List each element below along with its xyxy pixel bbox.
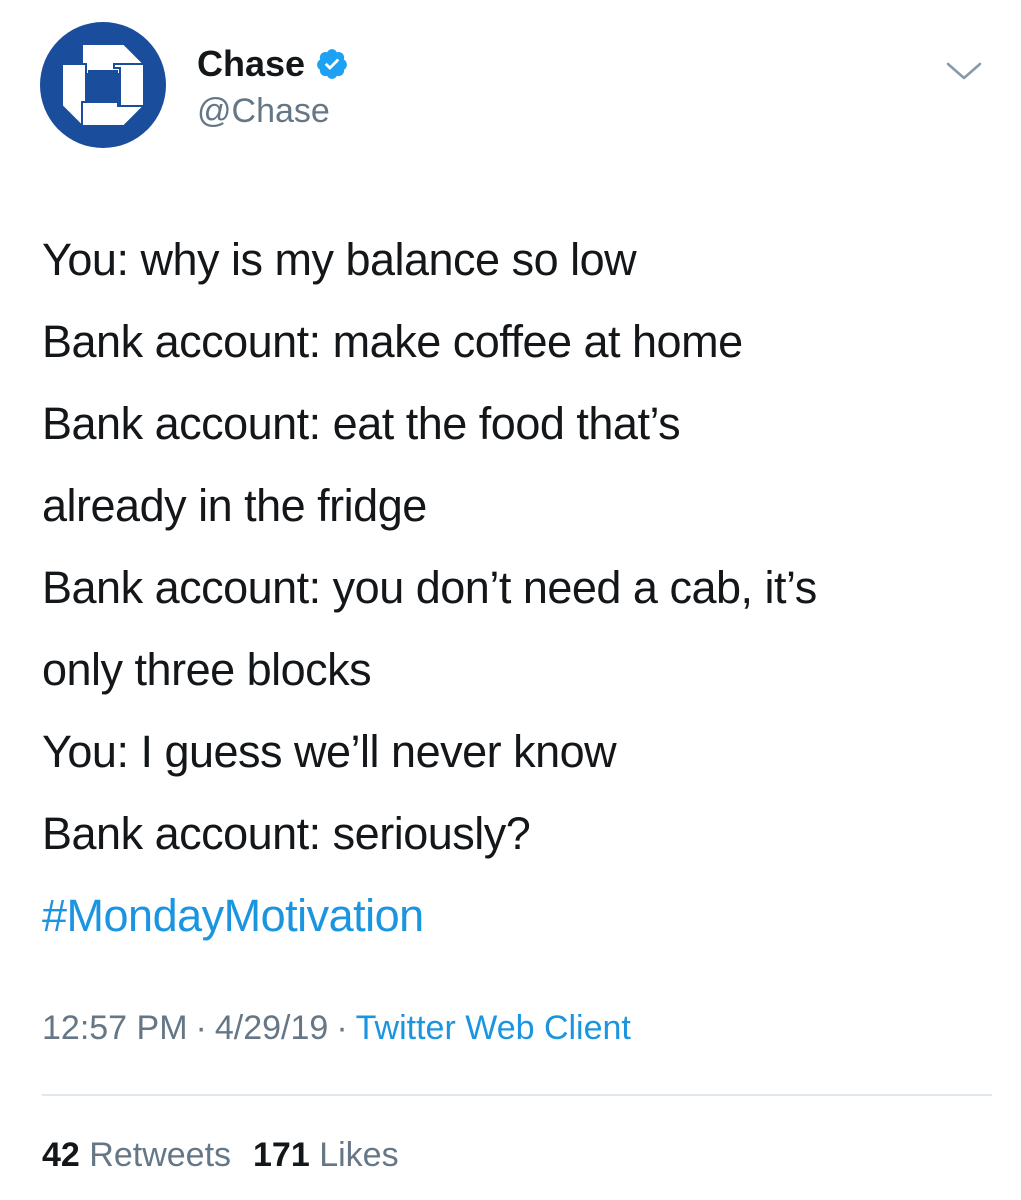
chase-octagon-logo-icon	[61, 43, 147, 129]
tweet-metadata: 12:57 PM · 4/29/19 · Twitter Web Client	[42, 1006, 631, 1050]
tweet-time[interactable]: 12:57 PM	[42, 1009, 188, 1047]
divider	[42, 1094, 992, 1096]
tweet-line: already in the fridge	[42, 480, 427, 531]
retweets-count: 42	[42, 1136, 80, 1174]
tweet-line: Bank account: seriously?	[42, 808, 531, 859]
tweet-detail: Chase @Chase You: why is my balance so l…	[0, 0, 1021, 1200]
tweet-line: Bank account: you don’t need a cab, it’s	[42, 562, 817, 613]
client-link[interactable]: Twitter Web Client	[356, 1009, 631, 1047]
hashtag-link[interactable]: #MondayMotivation	[42, 875, 992, 957]
avatar[interactable]	[40, 22, 166, 148]
chevron-down-icon[interactable]	[942, 56, 986, 86]
verified-badge-icon	[317, 49, 347, 79]
display-name[interactable]: Chase	[197, 42, 305, 86]
tweet-line: Bank account: eat the food that’s	[42, 398, 681, 449]
tweet-line: You: why is my balance so low	[42, 234, 637, 285]
tweet-line: Bank account: make coffee at home	[42, 316, 743, 367]
tweet-line: only three blocks	[42, 644, 372, 695]
tweet-text: You: why is my balance so low Bank accou…	[42, 219, 992, 957]
tweet-line: You: I guess we’ll never know	[42, 726, 617, 777]
author-handle[interactable]: @Chase	[197, 89, 330, 133]
tweet-date[interactable]: 4/29/19	[215, 1009, 328, 1047]
tweet-stats: 42 Retweets 171 Likes	[42, 1133, 399, 1177]
meta-separator: ·	[336, 1009, 348, 1047]
author-name-row[interactable]: Chase	[197, 42, 349, 86]
retweets-label: Retweets	[89, 1136, 232, 1174]
retweets-stat[interactable]: 42 Retweets	[42, 1136, 231, 1174]
likes-count: 171	[253, 1136, 310, 1174]
meta-separator: ·	[195, 1009, 207, 1047]
likes-stat[interactable]: 171 Likes	[253, 1136, 399, 1174]
likes-label: Likes	[319, 1136, 399, 1174]
